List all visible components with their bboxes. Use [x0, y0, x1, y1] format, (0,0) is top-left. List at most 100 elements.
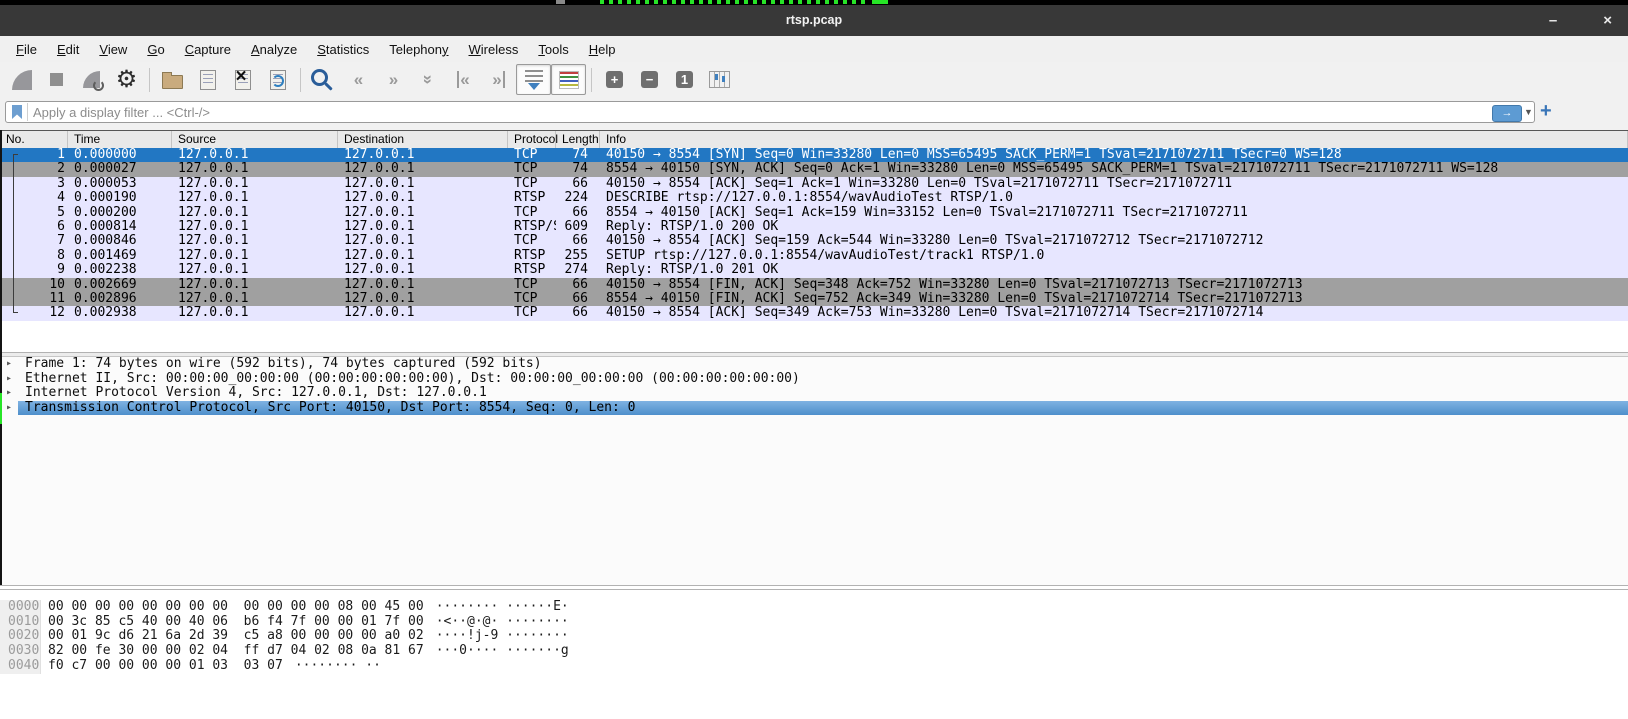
hex-ascii[interactable]: ········ ·· — [295, 659, 381, 674]
display-filter-input[interactable] — [5, 101, 1535, 123]
zoom-in-button[interactable]: + — [597, 64, 632, 95]
packet-row-3[interactable]: 30.000053127.0.0.1127.0.0.1TCP6640150 → … — [0, 177, 1628, 191]
packet-row-11[interactable]: 110.002896127.0.0.1127.0.0.1TCP668554 → … — [0, 292, 1628, 306]
chevron-down-icon[interactable]: ▼ — [1524, 107, 1533, 117]
column-header-length[interactable]: Length — [556, 131, 600, 148]
packet-row-12[interactable]: 120.002938127.0.0.1127.0.0.1TCP6640150 →… — [0, 306, 1628, 320]
cell-info: 40150 → 8554 [SYN] Seq=0 Win=33280 Len=0… — [600, 148, 1628, 162]
detail-row[interactable]: ▸Ethernet II, Src: 00:00:00_00:00:00 (00… — [0, 372, 1628, 387]
hex-row[interactable]: 003082 00 fe 30 00 00 02 04 ff d7 04 02 … — [0, 644, 1628, 659]
cell-destination: 127.0.0.1 — [338, 220, 508, 234]
menu-help[interactable]: Help — [579, 42, 626, 57]
colorize-button[interactable] — [551, 64, 586, 95]
hex-bytes[interactable]: 82 00 fe 30 00 00 02 04 ff d7 04 02 08 0… — [48, 644, 424, 659]
resize-columns-button[interactable] — [702, 64, 737, 95]
cell-no: 8 — [0, 249, 68, 263]
capture-options-button[interactable] — [109, 64, 144, 95]
detail-row[interactable]: ▸Frame 1: 74 bytes on wire (592 bits), 7… — [0, 357, 1628, 372]
column-header-info[interactable]: Info — [600, 131, 1628, 148]
hex-bytes[interactable]: 00 3c 85 c5 40 00 40 06 b6 f4 7f 00 00 0… — [48, 615, 424, 630]
hex-ascii[interactable]: ·<··@·@· ········ — [436, 615, 569, 630]
first-packet-button: « — [446, 64, 481, 95]
hex-row[interactable]: 002000 01 9c d6 21 6a 2d 39 c5 a8 00 00 … — [0, 629, 1628, 644]
packet-row-6[interactable]: 60.000814127.0.0.1127.0.0.1RTSP/S…609Rep… — [0, 220, 1628, 234]
hex-ascii[interactable]: ········ ······E· — [436, 600, 569, 615]
cell-source: 127.0.0.1 — [172, 177, 338, 191]
open-file-button[interactable] — [155, 64, 190, 95]
menu-tools[interactable]: Tools — [528, 42, 578, 57]
zoom-out-button[interactable]: − — [632, 64, 667, 95]
menu-wireless[interactable]: Wireless — [459, 42, 529, 57]
packet-row-5[interactable]: 50.000200127.0.0.1127.0.0.1TCP668554 → 4… — [0, 206, 1628, 220]
hex-row[interactable]: 000000 00 00 00 00 00 00 00 00 00 00 00 … — [0, 600, 1628, 615]
menu-statistics[interactable]: Statistics — [307, 42, 379, 57]
expander-icon[interactable]: ▸ — [0, 372, 18, 387]
hex-ascii[interactable]: ····!j-9 ········ — [436, 629, 569, 644]
menu-view[interactable]: View — [89, 42, 137, 57]
colorize-icon — [559, 71, 579, 89]
hex-bytes[interactable]: 00 00 00 00 00 00 00 00 00 00 00 00 08 0… — [48, 600, 424, 615]
find-packet-button[interactable] — [306, 64, 341, 95]
minimize-button[interactable]: – — [1549, 13, 1557, 28]
add-filter-button[interactable]: + — [1540, 100, 1552, 123]
toolbar-separator — [300, 68, 301, 92]
cell-time: 0.002938 — [68, 306, 172, 320]
packet-row-4[interactable]: 40.000190127.0.0.1127.0.0.1RTSP224DESCRI… — [0, 191, 1628, 205]
cell-protocol: TCP — [508, 234, 556, 248]
detail-row[interactable]: ▸Transmission Control Protocol, Src Port… — [0, 401, 1628, 416]
zoom-original-button[interactable]: 1 — [667, 64, 702, 95]
close-file-button[interactable] — [225, 64, 260, 95]
column-header-source[interactable]: Source — [172, 131, 338, 148]
packet-row-10[interactable]: 100.002669127.0.0.1127.0.0.1TCP6640150 →… — [0, 278, 1628, 292]
cell-length: 274 — [556, 263, 600, 277]
cell-destination: 127.0.0.1 — [338, 177, 508, 191]
pane-splitter[interactable] — [0, 585, 1628, 590]
hex-row[interactable]: 001000 3c 85 c5 40 00 40 06 b6 f4 7f 00 … — [0, 615, 1628, 630]
expander-icon[interactable]: ▸ — [0, 401, 18, 416]
cell-protocol: TCP — [508, 206, 556, 220]
cell-protocol: TCP — [508, 306, 556, 320]
cell-protocol: RTSP — [508, 263, 556, 277]
cell-time: 0.000027 — [68, 162, 172, 176]
hex-row[interactable]: 0040f0 c7 00 00 00 00 01 03 03 07·······… — [0, 659, 1628, 674]
last-packet-icon: » — [492, 71, 504, 88]
column-header-protocol[interactable]: Protocol — [508, 131, 556, 148]
close-button[interactable]: × — [1603, 13, 1612, 28]
menu-go[interactable]: Go — [137, 42, 174, 57]
packet-row-9[interactable]: 90.002238127.0.0.1127.0.0.1RTSP274Reply:… — [0, 263, 1628, 277]
cell-time: 0.000200 — [68, 206, 172, 220]
packet-row-1[interactable]: 10.000000127.0.0.1127.0.0.1TCP7440150 → … — [0, 148, 1628, 162]
cell-no: 9 — [0, 263, 68, 277]
column-header-destination[interactable]: Destination — [338, 131, 508, 148]
reload-file-button[interactable] — [260, 64, 295, 95]
packet-row-8[interactable]: 80.001469127.0.0.1127.0.0.1RTSP255SETUP … — [0, 249, 1628, 263]
cell-time: 0.000000 — [68, 148, 172, 162]
menu-file[interactable]: File — [6, 42, 47, 57]
cell-length: 224 — [556, 191, 600, 205]
cell-time: 0.002238 — [68, 263, 172, 277]
cell-protocol: RTSP — [508, 249, 556, 263]
menu-capture[interactable]: Capture — [175, 42, 241, 57]
packet-row-7[interactable]: 70.000846127.0.0.1127.0.0.1TCP6640150 → … — [0, 234, 1628, 248]
zoom-in-icon: + — [606, 71, 623, 88]
column-header-time[interactable]: Time — [68, 131, 172, 148]
hex-ascii[interactable]: ···0···· ·······g — [436, 644, 569, 659]
menu-telephony[interactable]: Telephony — [379, 42, 458, 57]
auto-scroll-button[interactable] — [516, 64, 551, 95]
hex-bytes[interactable]: 00 01 9c d6 21 6a 2d 39 c5 a8 00 00 00 0… — [48, 629, 424, 644]
expander-icon[interactable]: ▸ — [0, 357, 18, 372]
cell-destination: 127.0.0.1 — [338, 148, 508, 162]
column-header-no[interactable]: No. — [0, 131, 68, 148]
detail-row[interactable]: ▸Internet Protocol Version 4, Src: 127.0… — [0, 386, 1628, 401]
cell-no: 2 — [0, 162, 68, 176]
menu-edit[interactable]: Edit — [47, 42, 89, 57]
restart-capture-icon — [83, 71, 100, 88]
apply-filter-button[interactable]: → — [1492, 105, 1522, 122]
cell-info: 8554 → 40150 [FIN, ACK] Seq=752 Ack=349 … — [600, 292, 1628, 306]
hex-bytes[interactable]: f0 c7 00 00 00 00 01 03 03 07 — [48, 659, 283, 674]
restart-capture-button — [74, 64, 109, 95]
expander-icon[interactable]: ▸ — [0, 386, 18, 401]
divider — [27, 103, 28, 121]
packet-row-2[interactable]: 20.000027127.0.0.1127.0.0.1TCP748554 → 4… — [0, 162, 1628, 176]
menu-analyze[interactable]: Analyze — [241, 42, 307, 57]
